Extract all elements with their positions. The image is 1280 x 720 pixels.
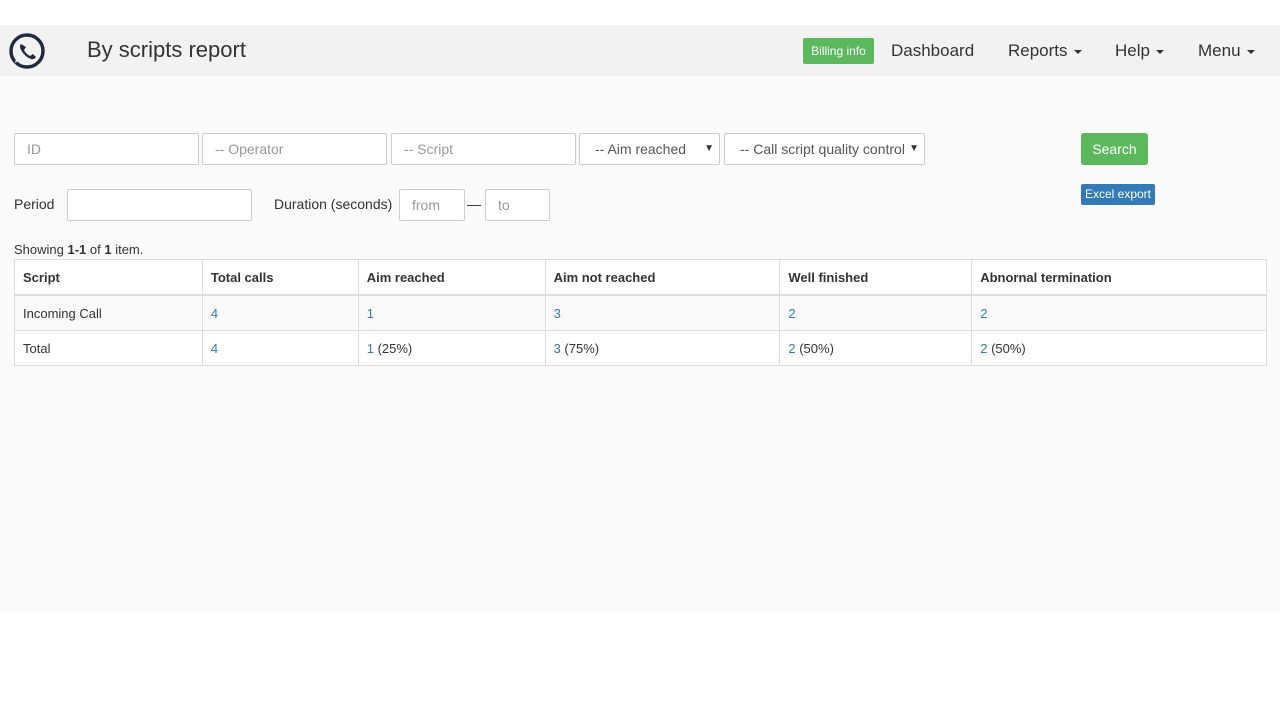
cell-well-finished: 2 (50%) xyxy=(779,330,973,366)
page-title: By scripts report xyxy=(87,37,246,62)
nav-dashboard[interactable]: Dashboard xyxy=(891,41,974,61)
nav-menu[interactable]: Menu xyxy=(1198,41,1255,61)
period-input[interactable] xyxy=(67,189,252,221)
scripts-report-table: Script Total calls Aim reached Aim not r… xyxy=(14,259,1267,366)
cell-aim-not-reached: 3 (75%) xyxy=(544,330,781,366)
aim-reached-link[interactable]: 1 xyxy=(367,306,374,321)
nav-reports-label: Reports xyxy=(1008,41,1068,60)
operator-input[interactable] xyxy=(202,133,387,165)
column-header-total-calls[interactable]: Total calls xyxy=(201,259,359,296)
caret-down-icon xyxy=(1155,49,1164,54)
phone-logo-icon[interactable] xyxy=(8,33,48,69)
abnormal-termination-percent: (50%) xyxy=(991,340,1026,356)
aim-not-reached-link[interactable]: 3 xyxy=(554,306,561,321)
column-header-script[interactable]: Script xyxy=(14,259,203,296)
cell-aim-not-reached: 3 xyxy=(544,294,781,331)
caret-down-icon xyxy=(1073,49,1082,54)
nav-help[interactable]: Help xyxy=(1115,41,1164,61)
summary-total: 1 xyxy=(104,242,112,257)
aim-reached-select[interactable]: -- Aim reached ▼ xyxy=(579,133,720,165)
dropdown-arrow-icon: ▼ xyxy=(909,143,919,154)
column-header-aim-not-reached[interactable]: Aim not reached xyxy=(544,259,781,296)
nav-help-label: Help xyxy=(1115,41,1150,60)
column-header-abnormal-termination[interactable]: Abnornal termination xyxy=(971,259,1267,296)
aim-reached-percent: (25%) xyxy=(377,340,413,356)
abnormal-termination-link[interactable]: 2 xyxy=(980,306,987,321)
duration-label: Duration (seconds) xyxy=(274,196,393,212)
summary-of: of xyxy=(86,242,105,257)
duration-from-input[interactable] xyxy=(399,189,465,221)
excel-export-button[interactable]: Excel export xyxy=(1081,184,1155,205)
abnormal-termination-link[interactable]: 2 xyxy=(980,341,987,356)
well-finished-link[interactable]: 2 xyxy=(788,341,795,356)
column-header-aim-reached[interactable]: Aim reached xyxy=(357,259,546,296)
nav-menu-label: Menu xyxy=(1198,41,1241,60)
cell-script: Incoming Call xyxy=(14,294,203,331)
summary-prefix: Showing xyxy=(14,242,68,257)
column-header-well-finished[interactable]: Well finished xyxy=(779,259,973,296)
aim-reached-link[interactable]: 1 xyxy=(367,341,374,356)
nav-reports[interactable]: Reports xyxy=(1008,41,1082,61)
summary-suffix: item. xyxy=(111,242,144,257)
well-finished-link[interactable]: 2 xyxy=(788,306,795,321)
aim-reached-select-value: -- Aim reached xyxy=(595,141,687,157)
search-button[interactable]: Search xyxy=(1081,133,1148,165)
aim-not-reached-percent: (75%) xyxy=(564,340,600,356)
total-calls-link[interactable]: 4 xyxy=(211,306,218,321)
summary-range: 1-1 xyxy=(67,242,87,257)
script-input[interactable] xyxy=(391,133,576,165)
results-summary: Showing 1-1 of 1 item. xyxy=(14,242,143,257)
total-calls-link[interactable]: 4 xyxy=(211,341,218,356)
billing-info-button[interactable]: Billing info xyxy=(803,38,874,64)
caret-down-icon xyxy=(1246,49,1255,54)
aim-not-reached-link[interactable]: 3 xyxy=(554,341,561,356)
table-header-row: Script Total calls Aim reached Aim not r… xyxy=(14,259,1267,296)
id-input[interactable] xyxy=(14,133,199,165)
quality-control-select-value: -- Call script quality control xyxy=(740,141,905,157)
cell-total-calls: 4 xyxy=(201,330,359,366)
dropdown-arrow-icon: ▼ xyxy=(704,143,714,154)
cell-total-calls: 4 xyxy=(201,294,359,331)
navbar: By scripts report Billing info Dashboard… xyxy=(0,25,1280,76)
nav-dashboard-label: Dashboard xyxy=(891,41,975,60)
table-row-total: Total 4 1 (25%) 3 (75%) 2 (50%) 2 (50%) xyxy=(14,330,1267,366)
quality-control-select[interactable]: -- Call script quality control ▼ xyxy=(724,133,925,165)
cell-aim-reached: 1 (25%) xyxy=(357,330,546,366)
cell-script: Total xyxy=(14,330,203,366)
duration-to-input[interactable] xyxy=(485,189,550,221)
cell-abnormal-termination: 2 (50%) xyxy=(971,330,1267,366)
cell-aim-reached: 1 xyxy=(357,294,546,331)
well-finished-percent: (50%) xyxy=(799,340,834,356)
cell-abnormal-termination: 2 xyxy=(971,294,1267,331)
period-label: Period xyxy=(14,196,55,212)
cell-well-finished: 2 xyxy=(779,294,973,331)
range-separator: — xyxy=(467,196,481,212)
table-row: Incoming Call 4 1 3 2 2 xyxy=(14,294,1267,331)
